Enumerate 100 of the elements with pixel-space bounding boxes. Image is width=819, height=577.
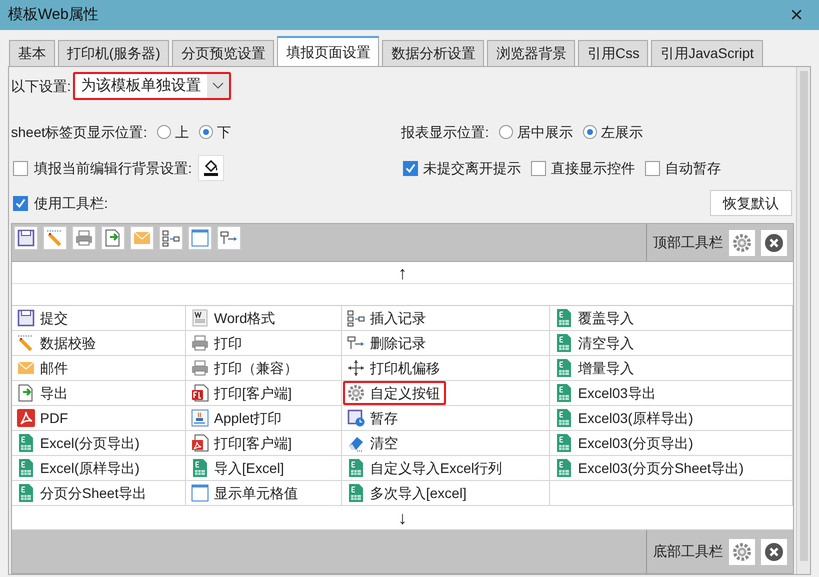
toolbar-item[interactable]: 显示单元格值 xyxy=(187,481,304,505)
toolbar-item[interactable]: 清空导入 xyxy=(551,331,640,355)
toolbar-item[interactable]: 打印（兼容） xyxy=(187,356,304,380)
toolbar-item[interactable]: 打印 xyxy=(187,331,248,355)
toolbar-item[interactable]: 导入[Excel] xyxy=(187,456,290,480)
restore-default-button[interactable]: 恢复默认 xyxy=(710,190,792,216)
checkbox[interactable] xyxy=(13,196,28,210)
printer-icon xyxy=(75,229,93,247)
toolbar-button[interactable] xyxy=(101,226,125,250)
toolbar-item[interactable]: 清空 xyxy=(343,431,404,455)
remove-row-icon xyxy=(220,229,238,247)
settings-button[interactable] xyxy=(729,230,755,256)
toolbar-item[interactable]: Excel(原样导出) xyxy=(13,456,146,480)
toolbar-item[interactable]: 提交 xyxy=(13,306,74,330)
spreadsheet-icon xyxy=(347,459,365,477)
settings-button[interactable] xyxy=(729,538,755,564)
toolbar-item[interactable]: Applet打印 xyxy=(187,406,288,430)
tab[interactable]: 引用JavaScript xyxy=(651,40,763,66)
check-icon xyxy=(15,198,26,208)
java-cup-icon xyxy=(191,409,209,427)
toolbar-button[interactable] xyxy=(14,226,38,250)
toolbar-item[interactable]: 导出 xyxy=(13,381,74,405)
tab[interactable]: 分页预览设置 xyxy=(172,40,274,66)
radio-button[interactable] xyxy=(199,125,214,139)
paint-bucket-icon xyxy=(202,159,220,177)
tab[interactable]: 基本 xyxy=(9,40,55,66)
spreadsheet-icon xyxy=(555,409,573,427)
pencil-icon xyxy=(17,334,35,352)
blank-window-icon xyxy=(191,229,209,247)
eraser-icon xyxy=(347,434,365,452)
spreadsheet-icon xyxy=(17,484,35,502)
toolbar-item[interactable]: 分页分Sheet导出 xyxy=(13,481,153,505)
paint-bucket-button[interactable] xyxy=(198,155,224,181)
toolbar-item[interactable]: 多次导入[excel] xyxy=(343,481,472,505)
spreadsheet-icon xyxy=(555,309,573,327)
tab[interactable]: 打印机(服务器) xyxy=(58,40,170,66)
checkbox-label: 自动暂存 xyxy=(665,158,721,178)
toolbar-item[interactable]: 自定义按钮 xyxy=(343,381,446,405)
close-icon xyxy=(764,232,784,252)
close-button[interactable] xyxy=(761,538,787,564)
spreadsheet-icon xyxy=(17,434,35,452)
pdf-document-icon xyxy=(191,434,209,452)
radio-label: 下 xyxy=(217,122,232,142)
field-label: sheet标签页显示位置: xyxy=(11,122,148,142)
toolbar-item[interactable]: Excel03(分页导出) xyxy=(551,431,700,455)
toolbar-item[interactable]: Excel03(原样导出) xyxy=(551,406,700,430)
tab[interactable]: 填报页面设置 xyxy=(277,36,380,66)
toolbar-item[interactable]: Excel(分页导出) xyxy=(13,431,146,455)
toolbar-item[interactable]: 自定义导入Excel行列 xyxy=(343,456,508,480)
close-button[interactable]: × xyxy=(782,4,811,26)
gear-icon xyxy=(347,384,365,402)
toolbar-item[interactable]: 增量导入 xyxy=(551,356,640,380)
toolbar-item[interactable]: Word格式 xyxy=(187,306,282,330)
checkbox[interactable] xyxy=(531,160,546,176)
spreadsheet-icon xyxy=(555,384,573,402)
spreadsheet-icon xyxy=(17,459,35,477)
close-button[interactable] xyxy=(761,230,787,256)
tab[interactable]: 引用Css xyxy=(578,40,648,66)
checkbox-label: 未提交离开提示 xyxy=(423,158,521,178)
toolbar-button[interactable] xyxy=(217,226,241,250)
blank-window-icon xyxy=(191,484,209,502)
toolbar-button[interactable] xyxy=(43,226,67,250)
toolbar-button[interactable] xyxy=(159,226,183,250)
checkbox[interactable] xyxy=(13,160,28,176)
mail-icon xyxy=(17,359,35,377)
toolbar-item[interactable]: PDF xyxy=(13,406,74,430)
radio-button[interactable] xyxy=(582,125,597,139)
toolbar-item[interactable]: 覆盖导入 xyxy=(551,306,640,330)
radio-button[interactable] xyxy=(157,125,172,139)
toolbar-item[interactable]: 邮件 xyxy=(13,356,74,380)
toolbar-button[interactable] xyxy=(188,226,212,250)
toolbar-item[interactable]: 数据校验 xyxy=(13,331,102,355)
radio-label: 上 xyxy=(175,122,190,142)
toolbar-button[interactable] xyxy=(72,226,96,250)
down-arrow: ↓ xyxy=(398,508,407,526)
toolbar-item[interactable]: Excel03导出 xyxy=(551,381,662,405)
checkbox[interactable] xyxy=(645,160,660,176)
checkbox-label: 直接显示控件 xyxy=(551,158,635,178)
toolbar-item[interactable]: 打印[客户端] xyxy=(187,381,298,405)
template-setting-dropdown[interactable]: 为该模板单独设置 xyxy=(72,72,231,100)
remove-row-icon xyxy=(347,334,365,352)
checkbox[interactable] xyxy=(403,160,418,176)
spreadsheet-icon xyxy=(555,334,573,352)
document-w-icon xyxy=(191,309,209,327)
spreadsheet-icon xyxy=(555,359,573,377)
window-title: 模板Web属性 xyxy=(8,4,99,25)
radio-label: 居中展示 xyxy=(516,122,573,142)
field-label: 以下设置: xyxy=(11,76,71,96)
toolbar-item[interactable]: Excel03(分页分Sheet导出) xyxy=(551,456,750,480)
toolbar-item[interactable]: 打印[客户端] xyxy=(187,431,298,455)
radio-label: 左展示 xyxy=(600,122,643,142)
toolbar-item[interactable]: 打印机偏移 xyxy=(343,356,446,380)
radio-button[interactable] xyxy=(498,125,513,139)
pdf-icon xyxy=(17,409,35,427)
toolbar-item[interactable]: 暂存 xyxy=(343,406,404,430)
printer-icon xyxy=(191,359,209,377)
tab[interactable]: 浏览器背景 xyxy=(487,40,576,66)
toolbar-item[interactable]: 插入记录 xyxy=(343,306,432,330)
tab[interactable]: 数据分析设置 xyxy=(382,40,484,66)
toolbar-item[interactable]: 删除记录 xyxy=(343,331,432,355)
